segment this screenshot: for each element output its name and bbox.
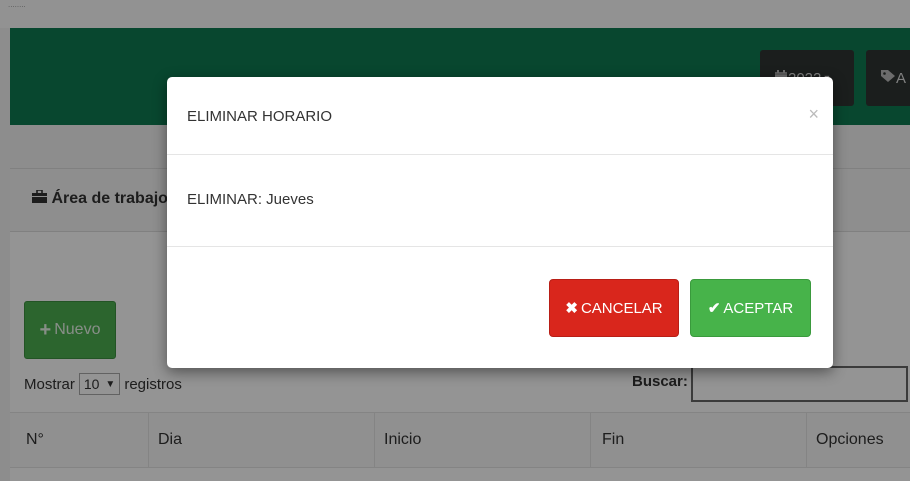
x-mark-icon: ✖ <box>565 300 578 317</box>
cancel-button-label: CANCELAR <box>580 299 663 317</box>
modal-header: ELIMINAR HORARIO × <box>167 77 833 155</box>
cancel-button[interactable]: ✖ CANCELAR <box>549 279 679 337</box>
close-icon[interactable]: × <box>808 104 819 125</box>
accept-button[interactable]: ✔ ACEPTAR <box>690 279 811 337</box>
modal-message: ELIMINAR: Jueves <box>187 191 314 208</box>
check-icon: ✔ <box>707 300 721 317</box>
modal-body: ELIMINAR: Jueves <box>167 155 833 247</box>
delete-schedule-modal: ELIMINAR HORARIO × ELIMINAR: Jueves ✖ CA… <box>167 77 833 368</box>
accept-button-label: ACEPTAR <box>723 299 794 317</box>
modal-title: ELIMINAR HORARIO <box>187 108 333 125</box>
